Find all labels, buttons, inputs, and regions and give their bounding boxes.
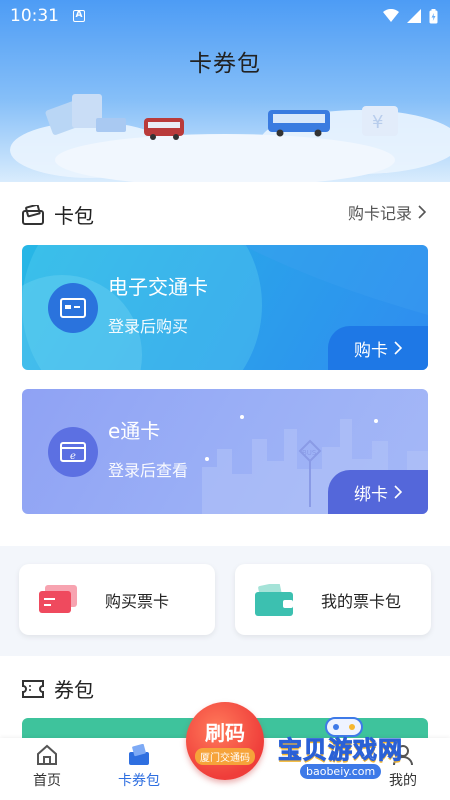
coupon-wallet-header: 券包	[22, 674, 94, 703]
watermark-text: 宝贝游戏网	[278, 736, 403, 765]
watermark: 宝贝游戏网 baobeiy.com	[276, 717, 426, 790]
chevron-right-icon	[394, 341, 402, 355]
tab-home[interactable]: 首页	[7, 744, 87, 790]
buy-ticket-card-button[interactable]: 购买票卡	[19, 564, 215, 635]
wifi-icon	[383, 9, 399, 22]
battery-icon	[429, 8, 438, 23]
card-icon	[60, 298, 86, 318]
card-name: e通卡	[108, 419, 161, 443]
coupon-icon	[22, 679, 44, 698]
chevron-right-icon	[394, 485, 402, 499]
svg-text:¥: ¥	[372, 112, 383, 133]
e-tong-card[interactable]: BUS e e通卡 登录后查看 绑卡	[22, 389, 428, 514]
card-subtitle: 登录后购买	[108, 317, 189, 336]
buy-ticket-card-label: 购买票卡	[105, 591, 170, 611]
my-card-wallet-label: 我的票卡包	[321, 591, 402, 611]
card-wallet-tab-icon	[129, 744, 149, 765]
card-wallet-header: 卡包	[22, 200, 94, 229]
chevron-right-icon	[418, 205, 426, 219]
svg-text:e: e	[70, 451, 76, 462]
purchase-history-label: 购卡记录	[347, 204, 412, 223]
tab-home-label: 首页	[33, 773, 61, 789]
page-title: 卡券包	[189, 51, 261, 77]
tab-card-wallet[interactable]: 卡券包	[99, 744, 179, 790]
bind-card-label: 绑卡	[354, 484, 388, 505]
bus-sign-text: BUS	[302, 449, 317, 457]
card-icon-circle: e	[48, 427, 98, 477]
buy-card-button[interactable]: 购卡	[328, 326, 428, 370]
my-card-wallet-button[interactable]: 我的票卡包	[235, 564, 431, 635]
purchase-history-link[interactable]: 购卡记录	[348, 200, 426, 224]
buy-card-label: 购卡	[354, 340, 388, 361]
watermark-url: baobeiy.com	[300, 764, 382, 779]
xiamen-transit-code-tag: 厦门交通码	[195, 748, 255, 765]
e-transit-card[interactable]: 电子交通卡 登录后购买 购卡	[22, 245, 428, 370]
card-subtitle: 登录后查看	[108, 461, 189, 480]
status-time: 10:31	[10, 6, 59, 26]
card-wallet-icon	[22, 204, 44, 225]
card-wallet-title: 卡包	[54, 204, 94, 228]
signal-icon	[407, 9, 421, 23]
wallet-icon	[255, 583, 293, 616]
card-icon-circle	[48, 283, 98, 333]
home-icon	[37, 744, 57, 765]
coupon-wallet-title: 券包	[54, 678, 94, 702]
ticket-card-icon	[39, 584, 77, 613]
card-name: 电子交通卡	[108, 275, 208, 299]
notification-icon: A	[73, 10, 85, 22]
tab-card-wallet-label: 卡券包	[118, 773, 160, 789]
scan-code-button[interactable]: 刷码 厦门交通码	[186, 702, 264, 780]
header-illustration: ¥	[10, 94, 450, 182]
e-card-icon: e	[60, 442, 86, 462]
bind-card-button[interactable]: 绑卡	[328, 470, 428, 514]
status-bar: 10:31 A	[0, 0, 450, 32]
scan-code-label: 刷码	[205, 721, 245, 745]
